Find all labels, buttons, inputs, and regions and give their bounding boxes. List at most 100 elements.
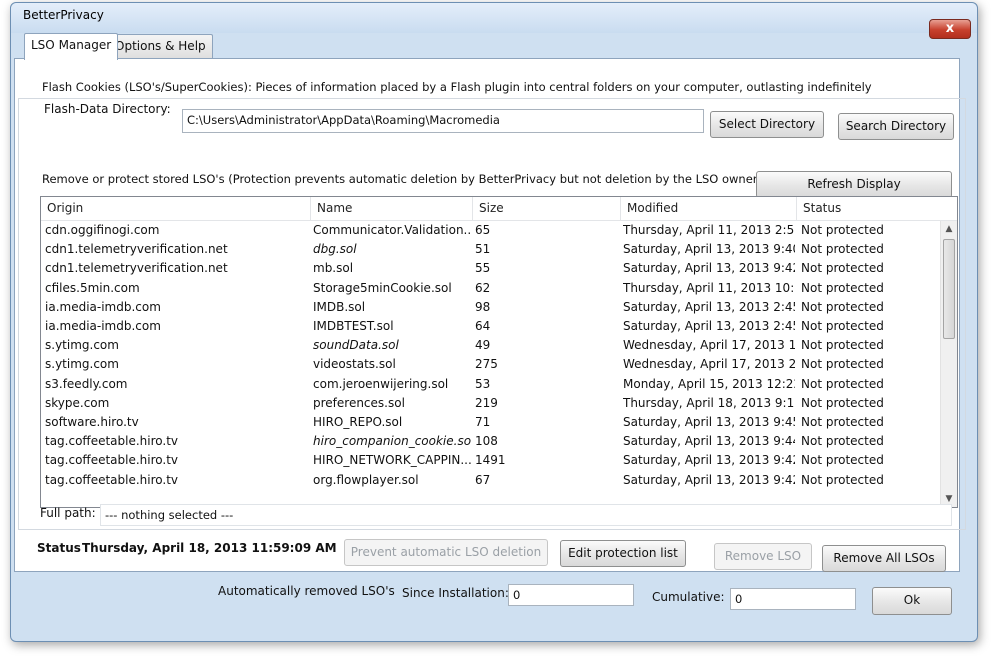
flash-dir-input[interactable]: C:\Users\Administrator\AppData\Roaming\M… (182, 109, 704, 133)
cell-status: Not protected (801, 395, 884, 410)
cell-name: org.flowplayer.sol (313, 472, 419, 487)
search-directory-button[interactable]: Search Directory (838, 113, 954, 140)
cell-modified: Saturday, April 13, 2013 2:45:... (623, 319, 795, 333)
cell-modified: Wednesday, April 17, 2013 2:... (623, 357, 795, 372)
cell-origin: cdn.oggifinogi.com (45, 223, 160, 237)
cell-size: 98 (475, 299, 491, 314)
window-title: BetterPrivacy (23, 8, 104, 22)
cell-name: IMDB.sol (313, 299, 366, 314)
cell-modified: Saturday, April 13, 2013 9:42:... (623, 261, 795, 276)
cell-modified: Saturday, April 13, 2013 2:45:... (623, 299, 795, 314)
cell-size: 53 (475, 376, 491, 391)
cell-modified: Saturday, April 13, 2013 9:42:... (623, 453, 795, 468)
cell-size: 71 (475, 415, 491, 429)
flash-description: Flash Cookies (LSO's/SuperCookies): Piec… (42, 80, 872, 94)
remove-all-lsos-button[interactable]: Remove All LSOs (822, 545, 946, 572)
cell-origin: cdn1.telemetryverification.net (45, 242, 228, 257)
cell-name: videostats.sol (313, 357, 396, 372)
cell-status: Not protected (801, 376, 884, 391)
edit-protection-list-button[interactable]: Edit protection list (560, 540, 686, 567)
cell-origin: software.hiro.tv (45, 415, 139, 429)
cell-size: 67 (475, 472, 491, 487)
tab-options-help[interactable]: Options & Help (108, 34, 213, 59)
remove-lso-button[interactable]: Remove LSO (714, 543, 812, 570)
cell-origin: tag.coffeetable.hiro.tv (45, 472, 179, 487)
scroll-thumb[interactable] (943, 239, 955, 339)
cell-status: Not protected (801, 338, 884, 353)
cell-status: Not protected (801, 261, 884, 276)
cell-name: mb.sol (313, 261, 354, 276)
column-header-name[interactable]: Name (311, 197, 473, 221)
cell-size: 55 (475, 261, 491, 276)
cell-size: 108 (475, 434, 498, 449)
cumulative-field: 0 (730, 588, 856, 610)
cell-name: dbg.sol (313, 242, 357, 257)
flash-dir-label: Flash-Data Directory: (44, 102, 171, 116)
cell-name: hiro_companion_cookie.sol (313, 434, 471, 449)
cell-origin: s.ytimg.com (45, 357, 119, 372)
cell-modified: Wednesday, April 17, 2013 1:... (623, 338, 795, 353)
cell-modified: Saturday, April 13, 2013 9:42:... (623, 472, 795, 487)
cell-name: preferences.sol (313, 395, 405, 410)
column-header-origin[interactable]: Origin (41, 197, 311, 221)
cell-origin: tag.coffeetable.hiro.tv (45, 434, 179, 449)
table-scrollbar[interactable]: ▲ ▼ (940, 221, 957, 507)
cell-name: Storage5minCookie.sol (313, 280, 452, 295)
title-bar[interactable]: BetterPrivacy x (11, 3, 977, 39)
cell-origin: cfiles.5min.com (45, 280, 140, 295)
cell-modified: Saturday, April 13, 2013 9:45:... (623, 415, 795, 429)
cell-size: 64 (475, 319, 491, 333)
cell-size: 62 (475, 280, 491, 295)
column-header-modified[interactable]: Modified (621, 197, 797, 221)
status-prefix: Status (37, 541, 81, 555)
column-header-status[interactable]: Status (797, 197, 957, 221)
cell-size: 219 (475, 395, 498, 410)
tab-label: Options & Help (115, 39, 206, 53)
cell-name: HIRO_NETWORK_CAPPIN... (313, 453, 471, 468)
cell-size: 65 (475, 223, 491, 237)
column-header-size[interactable]: Size (473, 197, 621, 221)
cell-name: HIRO_REPO.sol (313, 415, 403, 429)
tab-label: LSO Manager (31, 38, 112, 52)
cell-modified: Thursday, April 18, 2013 9:18:... (623, 395, 795, 410)
cell-status: Not protected (801, 357, 884, 372)
ok-button[interactable]: Ok (872, 587, 952, 615)
since-installation-label: Since Installation: (402, 586, 509, 600)
cell-size: 1491 (475, 453, 506, 468)
tab-lso-manager[interactable]: LSO Manager (24, 33, 119, 60)
cell-origin: skype.com (45, 395, 110, 410)
scroll-up-arrow-icon[interactable]: ▲ (941, 221, 957, 237)
cumulative-label: Cumulative: (652, 590, 725, 604)
cell-status: Not protected (801, 415, 884, 429)
cell-status: Not protected (801, 434, 884, 449)
status-datetime: Thursday, April 18, 2013 11:59:09 AM (82, 541, 337, 555)
close-button[interactable]: x (929, 19, 971, 39)
cell-origin: ia.media-imdb.com (45, 299, 161, 314)
cell-status: Not protected (801, 299, 884, 314)
cell-modified: Thursday, April 11, 2013 10:3... (623, 280, 795, 295)
cell-name: soundData.sol (313, 338, 399, 353)
cell-origin: ia.media-imdb.com (45, 319, 161, 333)
cell-modified: Monday, April 15, 2013 12:22:... (623, 376, 795, 391)
cell-name: IMDBTEST.sol (313, 319, 394, 333)
cell-status: Not protected (801, 223, 884, 237)
cell-status: Not protected (801, 242, 884, 257)
cell-modified: Saturday, April 13, 2013 9:44:... (623, 434, 795, 449)
cell-size: 275 (475, 357, 498, 372)
prevent-deletion-button[interactable]: Prevent automatic LSO deletion (344, 539, 548, 566)
cell-status: Not protected (801, 280, 884, 295)
select-directory-button[interactable]: Select Directory (710, 111, 824, 138)
cell-origin: s.ytimg.com (45, 338, 119, 353)
refresh-display-button[interactable]: Refresh Display (756, 171, 952, 198)
cell-name: Communicator.Validation... (313, 223, 471, 237)
auto-removed-label: Automatically removed LSO's (218, 584, 395, 598)
cell-origin: s3.feedly.com (45, 376, 128, 391)
cell-status: Not protected (801, 319, 884, 333)
full-path-label: Full path: (40, 506, 96, 520)
lso-table[interactable]: Origin Name Size Modified Status cdn.ogg… (40, 196, 958, 508)
cell-status: Not protected (801, 472, 884, 487)
cell-status: Not protected (801, 453, 884, 468)
remove-protect-text: Remove or protect stored LSO's (Protecti… (42, 172, 767, 186)
cell-origin: tag.coffeetable.hiro.tv (45, 453, 179, 468)
full-path-field: --- nothing selected --- (100, 504, 952, 526)
